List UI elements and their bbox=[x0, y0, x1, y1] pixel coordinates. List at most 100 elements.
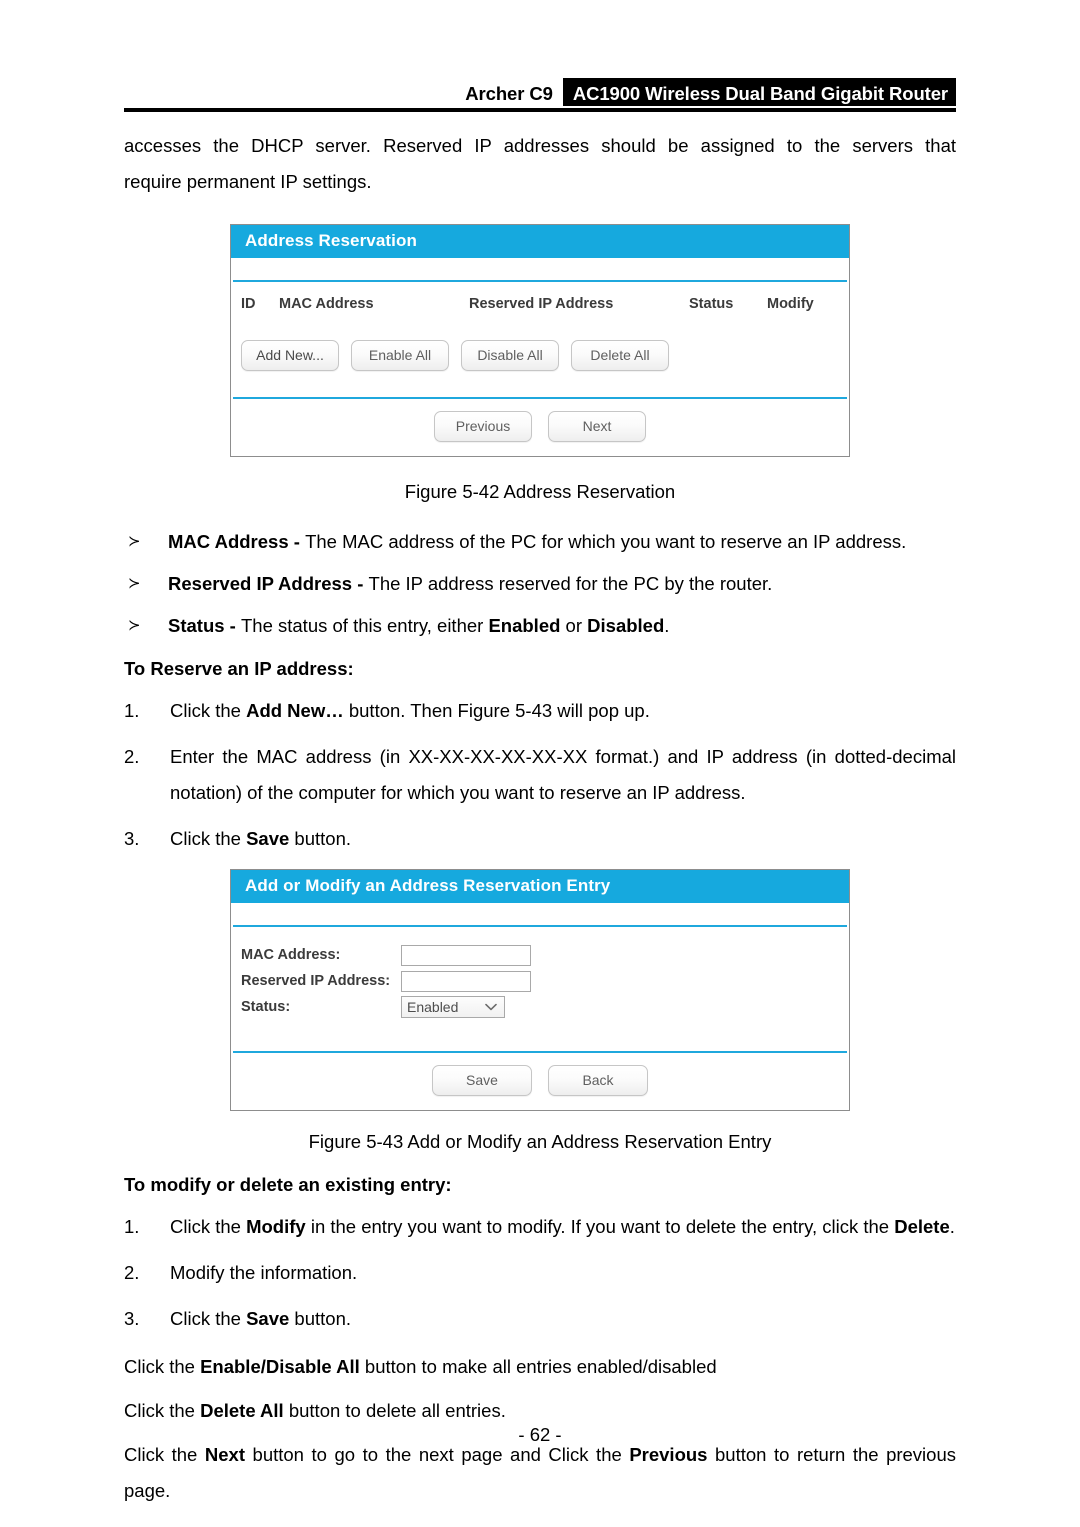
bullet-arrow-icon: ≻ bbox=[128, 533, 141, 550]
closing-pre: Click the bbox=[124, 1444, 205, 1465]
closing-paragraph-enable-disable: Click the Enable/Disable All button to m… bbox=[124, 1349, 956, 1385]
bullet-desc-ip: The IP address reserved for the PC by th… bbox=[368, 573, 773, 594]
parameter-bullet-list: ≻ MAC Address - The MAC address of the P… bbox=[124, 521, 956, 647]
page-body: accesses the DHCP server. Reserved IP ad… bbox=[124, 128, 956, 1509]
bullet-text-mac-address: MAC Address - The MAC address of the PC … bbox=[168, 521, 956, 563]
bullet-arrow-icon: ≻ bbox=[128, 617, 141, 634]
column-header-modify: Modify bbox=[767, 296, 814, 312]
bullet-item-mac-address: ≻ MAC Address - The MAC address of the P… bbox=[124, 521, 956, 563]
panel-title-address-reservation: Address Reservation bbox=[231, 225, 849, 258]
step-text: Click the Modify in the entry you want t… bbox=[170, 1209, 956, 1245]
back-button[interactable]: Back bbox=[548, 1065, 648, 1096]
closing-bold-delete-all: Delete All bbox=[200, 1400, 284, 1421]
step-text-post: . bbox=[949, 1216, 955, 1237]
closing-pre: Click the bbox=[124, 1356, 201, 1377]
header-rule bbox=[124, 108, 956, 112]
disable-all-button[interactable]: Disable All bbox=[461, 340, 559, 371]
document-page: Archer C9 AC1900 Wireless Dual Band Giga… bbox=[0, 0, 1080, 1527]
address-reservation-body: ID MAC Address Reserved IP Address Statu… bbox=[231, 282, 849, 456]
label-status: Status: bbox=[241, 999, 291, 1015]
step-text-post: button. bbox=[289, 828, 352, 849]
intro-line-2: require permanent IP settings. bbox=[124, 171, 372, 192]
step-item-2-modify: 2. Modify the information. bbox=[124, 1255, 956, 1291]
bullet-desc-status-pre: The status of this entry, either bbox=[240, 615, 489, 636]
reservation-entry-form: MAC Address: Reserved IP Address: Status… bbox=[231, 927, 849, 1019]
step-number: 2. bbox=[124, 1262, 140, 1283]
step-text-bold: Save bbox=[246, 1308, 290, 1329]
next-button[interactable]: Next bbox=[548, 411, 646, 442]
step-text-bold: Save bbox=[246, 828, 290, 849]
chevron-down-icon bbox=[482, 997, 500, 1017]
closing-pre: Click the bbox=[124, 1400, 201, 1421]
save-button[interactable]: Save bbox=[432, 1065, 532, 1096]
step-text-bold-delete: Delete bbox=[894, 1216, 950, 1237]
bullet-term-status: Status - bbox=[168, 615, 241, 636]
step-text-bold-modify: Modify bbox=[246, 1216, 306, 1237]
step-text: Click the Save button. bbox=[170, 1301, 956, 1337]
label-reserved-ip: Reserved IP Address: bbox=[241, 973, 391, 989]
section-heading-modify-delete: To modify or delete an existing entry: bbox=[124, 1174, 452, 1195]
bullet-text-status: Status - The status of this entry, eithe… bbox=[168, 605, 956, 647]
page-number-footer: - 62 - bbox=[518, 1424, 562, 1445]
header-product-name: AC1900 Wireless Dual Band Gigabit Router bbox=[562, 78, 956, 106]
closing-mid: button to go to the next page and Click … bbox=[245, 1444, 630, 1465]
column-header-ip: Reserved IP Address bbox=[469, 296, 614, 312]
step-number: 1. bbox=[124, 1216, 140, 1237]
status-select-value: Enabled bbox=[407, 999, 459, 1015]
step-text-pre: Click the bbox=[170, 1308, 247, 1329]
bullet-item-status: ≻ Status - The status of this entry, eit… bbox=[124, 605, 956, 647]
column-header-mac: MAC Address bbox=[279, 296, 374, 312]
header-model-name: Archer C9 bbox=[465, 83, 553, 104]
closing-bold-enable-disable-all: Enable/Disable All bbox=[200, 1356, 360, 1377]
step-text-post: button. bbox=[289, 1308, 352, 1329]
bullet-term-mac: MAC Address - bbox=[168, 531, 306, 552]
reservation-table-header: ID MAC Address Reserved IP Address Statu… bbox=[231, 282, 849, 312]
step-item-2-reserve: 2. Enter the MAC address (in XX-XX-XX-XX… bbox=[124, 739, 956, 811]
step-text-pre: Click the bbox=[170, 828, 247, 849]
step-item-1-modify: 1. Click the Modify in the entry you wan… bbox=[124, 1209, 956, 1245]
step-text-bold: Add New… bbox=[246, 700, 344, 721]
step-number: 1. bbox=[124, 700, 140, 721]
closing-paragraph-next-previous: Click the Next button to go to the next … bbox=[124, 1437, 956, 1509]
step-number: 3. bbox=[124, 828, 140, 849]
step-item-1-reserve: 1. Click the Add New… button. Then Figur… bbox=[124, 693, 956, 729]
add-new-button[interactable]: Add New... bbox=[241, 340, 339, 371]
address-reservation-panel: Address Reservation ID MAC Address Reser… bbox=[230, 224, 850, 457]
bullet-bold-disabled: Disabled bbox=[587, 615, 665, 636]
reserved-ip-input[interactable] bbox=[401, 970, 531, 992]
step-text-mid: in the entry you want to modify. If you … bbox=[305, 1216, 895, 1237]
step-text: Enter the MAC address (in XX-XX-XX-XX-XX… bbox=[170, 746, 956, 803]
bullet-desc-status-post: . bbox=[664, 615, 670, 636]
step-number: 3. bbox=[124, 1308, 140, 1329]
status-select[interactable]: Enabled bbox=[401, 996, 505, 1018]
section-heading-reserve-ip: To Reserve an IP address: bbox=[124, 658, 354, 679]
bullet-term-ip: Reserved IP Address - bbox=[168, 573, 369, 594]
bullet-text-reserved-ip: Reserved IP Address - The IP address res… bbox=[168, 563, 956, 605]
figure-caption-5-43: Figure 5-43 Add or Modify an Address Res… bbox=[308, 1131, 772, 1152]
closing-post: button to delete all entries. bbox=[283, 1400, 506, 1421]
step-text: Click the Add New… button. Then Figure 5… bbox=[170, 693, 956, 729]
step-text-pre: Click the bbox=[170, 700, 247, 721]
bullet-desc-mac: The MAC address of the PC for which you … bbox=[305, 531, 907, 552]
form-row-status: Status: Enabled bbox=[241, 995, 849, 1019]
mac-address-input[interactable] bbox=[401, 944, 531, 966]
previous-button[interactable]: Previous bbox=[434, 411, 532, 442]
closing-post: button to make all entries enabled/disab… bbox=[359, 1356, 717, 1377]
add-modify-reservation-panel: Add or Modify an Address Reservation Ent… bbox=[230, 869, 850, 1111]
intro-paragraph: accesses the DHCP server. Reserved IP ad… bbox=[124, 128, 956, 200]
bullet-bold-enabled: Enabled bbox=[488, 615, 561, 636]
delete-all-button[interactable]: Delete All bbox=[571, 340, 669, 371]
form-row-reserved-ip: Reserved IP Address: bbox=[241, 969, 849, 993]
enable-all-button[interactable]: Enable All bbox=[351, 340, 449, 371]
figure-caption-5-42: Figure 5-42 Address Reservation bbox=[404, 481, 676, 502]
reservation-action-buttons: Add New... Enable All Disable All Delete… bbox=[231, 312, 849, 371]
column-header-status: Status bbox=[689, 296, 734, 312]
bullet-arrow-icon: ≻ bbox=[128, 575, 141, 592]
reservation-pagination-buttons: Previous Next bbox=[231, 399, 849, 442]
step-number: 2. bbox=[124, 746, 140, 767]
column-header-id: ID bbox=[241, 296, 256, 312]
step-text: Modify the information. bbox=[170, 1262, 358, 1283]
step-text-post: button. Then Figure 5-43 will pop up. bbox=[343, 700, 650, 721]
intro-line-1: accesses the DHCP server. Reserved IP ad… bbox=[124, 135, 956, 156]
panel-title-add-modify: Add or Modify an Address Reservation Ent… bbox=[231, 870, 849, 903]
